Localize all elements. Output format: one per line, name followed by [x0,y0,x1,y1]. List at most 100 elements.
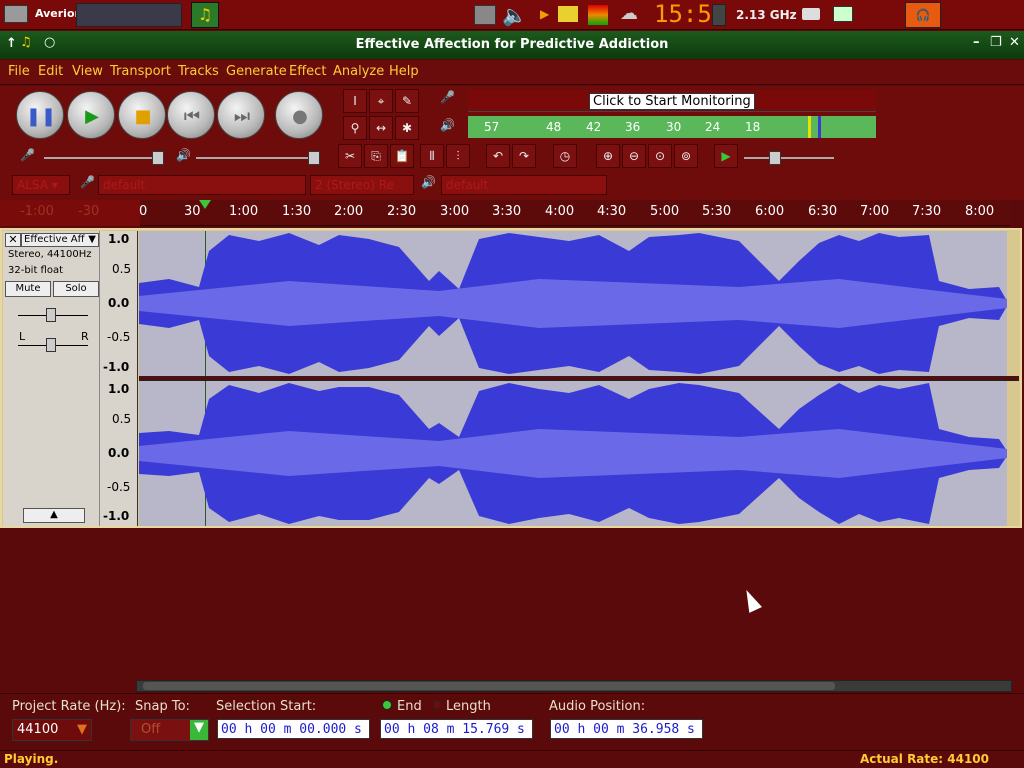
weather-icon[interactable]: ☁ [620,3,638,24]
timeshift-tool[interactable]: ↔ [369,116,393,140]
record-button[interactable]: ● [275,91,323,139]
stop-button[interactable]: ■ [118,91,166,139]
volume-icon[interactable]: 🔈 [502,3,527,27]
zoom-out-button[interactable]: ⊖ [622,144,646,168]
track-format: Stereo, 44100Hz [8,249,92,260]
track-close-button[interactable]: ✕ [5,233,21,247]
taskbar-window-slot[interactable] [76,3,182,27]
play-button[interactable]: ▶ [67,91,115,139]
waveform-right-svg [139,381,1007,526]
input-volume-icon: 🎤 [20,148,35,162]
zoom-tool[interactable]: ⚲ [343,116,367,140]
length-radio[interactable] [432,700,442,710]
envelope-tool[interactable]: ⌖ [369,89,393,113]
horizontal-scrollbar[interactable] [136,680,1012,692]
waveform-left-channel[interactable] [139,231,1007,376]
ruler-label: 7:30 [912,204,942,219]
multi-tool[interactable]: ✱ [395,116,419,140]
playback-meter-icon[interactable]: 🔊 [440,118,455,132]
input-volume-thumb[interactable] [152,151,164,165]
play-icon[interactable]: ▶ [540,7,549,21]
project-rate-dropdown[interactable]: 44100 ▼ [12,719,92,741]
record-meter-icon[interactable]: 🎤 [440,90,455,104]
selection-start-field[interactable]: 00 h 00 m 00.000 s [217,719,370,739]
chevron-down-icon: ▼ [88,234,96,245]
scale-label: 0.5 [112,262,132,276]
fit-selection-button[interactable]: ⊙ [648,144,672,168]
desktop-icon[interactable] [833,6,853,22]
audio-host-dropdown[interactable]: ALSA ▾ [12,175,70,195]
output-volume-thumb[interactable] [308,151,320,165]
length-radio-label[interactable]: Length [446,699,491,714]
trim-button[interactable]: ⫴ [420,144,444,168]
silence-button[interactable]: ⫶ [446,144,470,168]
end-radio[interactable] [382,700,392,710]
menu-transport[interactable]: Transport [110,64,171,79]
selection-tool[interactable]: I [343,89,367,113]
headphones-icon[interactable]: 🎧 [905,2,941,28]
drive-icon[interactable] [802,8,820,20]
window-titlebar: ↑ ♫ ○ Effective Affection for Predictive… [0,31,1024,59]
recording-device-dropdown[interactable]: default [98,175,306,195]
paste-button[interactable]: 📋 [390,144,414,168]
mail-icon[interactable] [558,6,578,22]
zoom-in-button[interactable]: ⊕ [596,144,620,168]
fit-project-button[interactable]: ⊚ [674,144,698,168]
output-volume-slider[interactable] [196,157,316,159]
channels-dropdown[interactable]: 2 (Stereo) Re [310,175,414,195]
play-speed-slider[interactable] [744,157,834,159]
camera-icon[interactable] [474,5,496,25]
cut-button[interactable]: ✂ [338,144,362,168]
redo-button[interactable]: ↷ [512,144,536,168]
play-speed-thumb[interactable] [769,151,781,165]
snap-to-dropdown[interactable]: Off ▼ [130,719,209,741]
ruler-label: 2:30 [387,204,417,219]
skip-start-button[interactable]: ⏮ [167,91,215,139]
scrollbar-thumb[interactable] [143,682,835,690]
collapse-track-button[interactable]: ▲ [23,508,85,523]
scale-label: -1.0 [103,360,130,374]
gain-thumb[interactable] [46,308,56,322]
mute-button[interactable]: Mute [5,281,51,297]
monitor-icon[interactable] [4,5,28,23]
chart-applet-icon[interactable] [588,5,608,25]
playback-device-dropdown[interactable]: default [441,175,607,195]
waveform-right-channel[interactable] [139,381,1007,526]
maximize-icon[interactable]: ❐ [990,35,1002,50]
selection-end-field[interactable]: 00 h 08 m 15.769 s [380,719,533,739]
end-radio-label[interactable]: End [397,699,422,714]
play-head-marker[interactable] [199,200,211,209]
audacity-task-icon[interactable]: ♫ [191,2,219,28]
menu-tracks[interactable]: Tracks [178,64,219,79]
menu-file[interactable]: File [8,64,30,79]
menu-effect[interactable]: Effect [289,64,326,79]
track-name-menu[interactable]: Effective Aff ▼ [21,233,99,247]
input-volume-slider[interactable] [44,157,164,159]
skip-end-button[interactable]: ⏭ [217,91,265,139]
scale-label: 0.0 [108,296,130,310]
meter-tick: 42 [586,120,602,134]
menu-generate[interactable]: Generate [226,64,287,79]
menu-help[interactable]: Help [389,64,419,79]
timeline-ruler[interactable]: -1:00 -30 0 30 1:00 1:30 2:00 2:30 3:00 … [0,200,1010,226]
snap-to-value: Off [141,722,161,737]
pan-thumb[interactable] [46,338,56,352]
minimize-icon[interactable]: – [973,35,980,50]
menu-edit[interactable]: Edit [38,64,63,79]
copy-button[interactable]: ⎘ [364,144,388,168]
play-at-speed-button[interactable]: ▶ [714,144,738,168]
solo-button[interactable]: Solo [53,281,99,297]
ruler-label: 5:00 [650,204,680,219]
draw-tool[interactable]: ✎ [395,89,419,113]
audio-position-field[interactable]: 00 h 00 m 36.958 s [550,719,703,739]
actual-rate: Actual Rate: 44100 [860,752,990,766]
menu-view[interactable]: View [72,64,103,79]
sync-lock-button[interactable]: ◷ [553,144,577,168]
menu-analyze[interactable]: Analyze [333,64,384,79]
monitoring-tooltip: Click to Start Monitoring [589,93,755,110]
close-icon[interactable]: ✕ [1009,35,1020,50]
meter-tick: 36 [625,120,641,134]
chevron-down-icon: ▼ [190,720,208,740]
pause-button[interactable]: ❚❚ [16,91,64,139]
undo-button[interactable]: ↶ [486,144,510,168]
